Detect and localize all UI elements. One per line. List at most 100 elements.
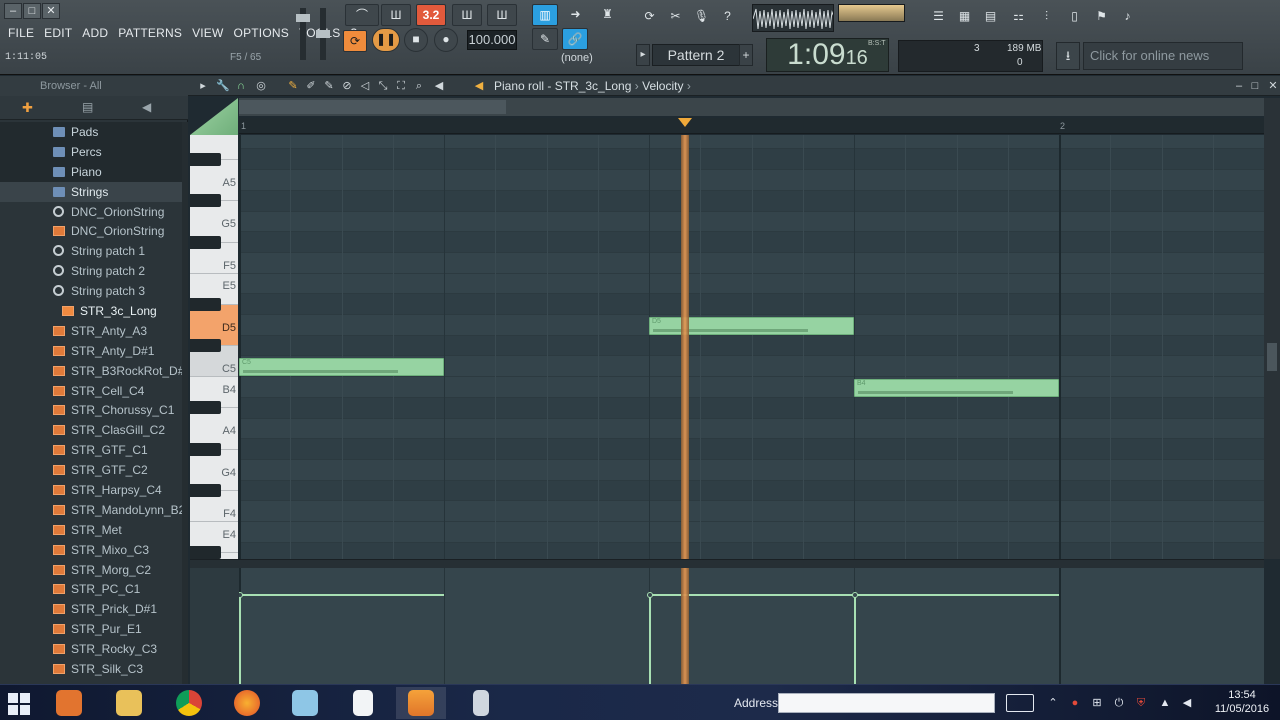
browser-item[interactable]: STR_3c_Long xyxy=(0,301,182,321)
browser-item[interactable]: STR_MandoLynn_B2 xyxy=(0,500,182,520)
tempo-display[interactable]: 100.000 xyxy=(467,30,517,50)
browser-item[interactable]: DNC_OrionString xyxy=(0,221,182,241)
delete-tool-icon[interactable]: ✎ xyxy=(322,79,336,93)
pencil-icon[interactable]: ✎ xyxy=(286,79,300,93)
taskbar-firefox[interactable] xyxy=(222,687,272,719)
windows-start-icon[interactable] xyxy=(8,693,30,715)
options-arrow-icon[interactable]: ▸ xyxy=(196,79,210,93)
speaker-target-icon[interactable]: ◀ xyxy=(472,79,486,93)
taskbar-explorer[interactable] xyxy=(104,687,154,719)
search-icon[interactable]: ⌕ xyxy=(412,79,426,93)
online-news-panel[interactable]: Click for online news xyxy=(1083,42,1243,70)
stop-button[interactable]: ■ xyxy=(404,28,428,52)
record-button[interactable]: ● xyxy=(434,28,458,52)
piano-keyboard[interactable]: A5G5F5E5D5C5B4A4G4F4E4D4 xyxy=(190,135,238,559)
velocity-handle[interactable] xyxy=(647,591,653,598)
browser-item[interactable]: STR_PC_C1 xyxy=(0,579,182,599)
note-grid[interactable]: C5 D5 B4 xyxy=(239,135,1264,559)
help-icon[interactable]: ? xyxy=(714,6,741,28)
piano-roll-icon[interactable]: ▥ xyxy=(532,4,558,26)
wifi-icon[interactable]: ▲ xyxy=(1158,696,1172,710)
piano-black-key[interactable] xyxy=(190,339,221,353)
menu-edit[interactable]: EDIT xyxy=(40,24,76,42)
note-d5[interactable]: D5 xyxy=(649,316,854,335)
maximize-button[interactable]: □ xyxy=(23,3,41,19)
browser-file-icon[interactable]: ▤ xyxy=(82,100,93,114)
pr-close-icon[interactable]: ✕ xyxy=(1266,79,1280,93)
taskbar-clock[interactable]: 13:54 11/05/2016 xyxy=(1210,688,1274,716)
loop-mode-icon[interactable]: ⟳ xyxy=(343,30,367,52)
slice-tool-icon[interactable]: ◁ xyxy=(358,79,372,93)
power-icon[interactable]: ⏻ xyxy=(1112,696,1126,710)
browser-item[interactable]: STR_Rocky_C3 xyxy=(0,639,182,659)
taskbar-fl-studio[interactable] xyxy=(396,687,446,719)
add-pattern-icon[interactable]: + xyxy=(739,44,753,66)
browser-item[interactable]: String patch 3 xyxy=(0,281,182,301)
link-icon[interactable]: 🔗 xyxy=(562,28,588,50)
magnet-icon[interactable]: ∩ xyxy=(234,79,248,93)
wait-for-input-icon[interactable]: Ш xyxy=(452,4,482,26)
menu-view[interactable]: VIEW xyxy=(188,24,227,42)
velocity-lane[interactable] xyxy=(239,568,1264,684)
select-tool-icon[interactable]: ⤡ xyxy=(376,79,390,93)
refresh-icon[interactable]: ⟳ xyxy=(636,6,663,28)
piano-black-key[interactable] xyxy=(190,484,221,498)
note-b4[interactable]: B4 xyxy=(854,378,1059,397)
master-volume-handle[interactable] xyxy=(296,14,310,22)
browser-item[interactable]: STR_Silk_C3 xyxy=(0,659,182,679)
address-input[interactable] xyxy=(778,693,995,713)
vscroll-thumb[interactable] xyxy=(1267,343,1277,371)
browser-item[interactable]: STR_Cell_C4 xyxy=(0,381,182,401)
browser-item[interactable]: STR_GTF_C2 xyxy=(0,460,182,480)
file-icon[interactable]: ▯ xyxy=(1061,6,1088,28)
piano-black-key[interactable] xyxy=(190,297,221,311)
pattern-song-icon[interactable]: ⌒ xyxy=(345,4,379,26)
tuner-icon[interactable]: ♪ xyxy=(1114,6,1141,28)
playlist-icon[interactable]: ☰ xyxy=(925,6,952,28)
piano-roll-overview[interactable] xyxy=(239,98,1264,116)
piano-black-key[interactable] xyxy=(190,152,221,166)
browser-item[interactable]: Strings xyxy=(0,181,182,202)
velocity-handle[interactable] xyxy=(239,591,243,598)
note-c5[interactable]: C5 xyxy=(239,357,444,376)
browser-item[interactable]: STR_Chorussy_C1 xyxy=(0,400,182,420)
menu-add[interactable]: ADD xyxy=(78,24,112,42)
brush-icon[interactable]: ✐ xyxy=(304,79,318,93)
tray-expand-icon[interactable]: ⌃ xyxy=(1046,696,1060,710)
antivirus-icon[interactable]: ● xyxy=(1068,696,1082,710)
piano-roll-vscroll[interactable] xyxy=(1264,98,1280,559)
browser-item[interactable]: String patch 1 xyxy=(0,241,182,261)
security-icon[interactable]: ⛨ xyxy=(1134,696,1148,710)
arrow-right-icon[interactable]: ➜ xyxy=(562,4,589,26)
channel-rack-icon[interactable]: ▦ xyxy=(951,6,978,28)
browser-item[interactable]: DNC_OrionString xyxy=(0,202,182,222)
velocity-stem[interactable] xyxy=(854,593,856,684)
minimize-button[interactable]: – xyxy=(4,3,22,19)
menu-file[interactable]: FILE xyxy=(4,24,38,42)
windows-tray-icon[interactable]: ⊞ xyxy=(1090,696,1104,710)
playback-icon[interactable]: ◎ xyxy=(254,79,268,93)
browser-add-icon[interactable]: ✚ xyxy=(22,100,33,116)
browser-item[interactable]: STR_Morg_C2 xyxy=(0,560,182,580)
browser-item[interactable]: String patch 2 xyxy=(0,261,182,281)
download-icon[interactable]: ⭳ xyxy=(1056,42,1080,70)
taskbar-notes[interactable] xyxy=(280,687,330,719)
zoom-tool-icon[interactable]: ⛶ xyxy=(394,79,408,93)
browser-item[interactable]: STR_Met xyxy=(0,520,182,540)
snap-selector[interactable]: (none) xyxy=(561,52,593,64)
browser-speaker-icon[interactable]: ◀ xyxy=(142,100,151,114)
timeline-ruler[interactable]: 1 2 xyxy=(239,118,1264,134)
piano-black-key[interactable] xyxy=(190,401,221,415)
playhead[interactable] xyxy=(680,135,689,559)
menu-options[interactable]: OPTIONS xyxy=(230,24,293,42)
volume-icon[interactable]: ◀ xyxy=(1180,696,1194,710)
overview-thumb[interactable] xyxy=(239,100,506,114)
step-edit-button[interactable]: 3.2 xyxy=(416,4,446,26)
velocity-stem[interactable] xyxy=(649,593,651,684)
taskbar-document[interactable] xyxy=(338,687,388,719)
velocity-stem[interactable] xyxy=(239,593,241,684)
pr-minimize-icon[interactable]: – xyxy=(1232,79,1246,93)
metronome-icon[interactable]: ♜ xyxy=(594,4,621,26)
browser-item[interactable]: Pads xyxy=(0,122,182,142)
typing-keyboard-icon[interactable]: Ш xyxy=(381,4,411,26)
